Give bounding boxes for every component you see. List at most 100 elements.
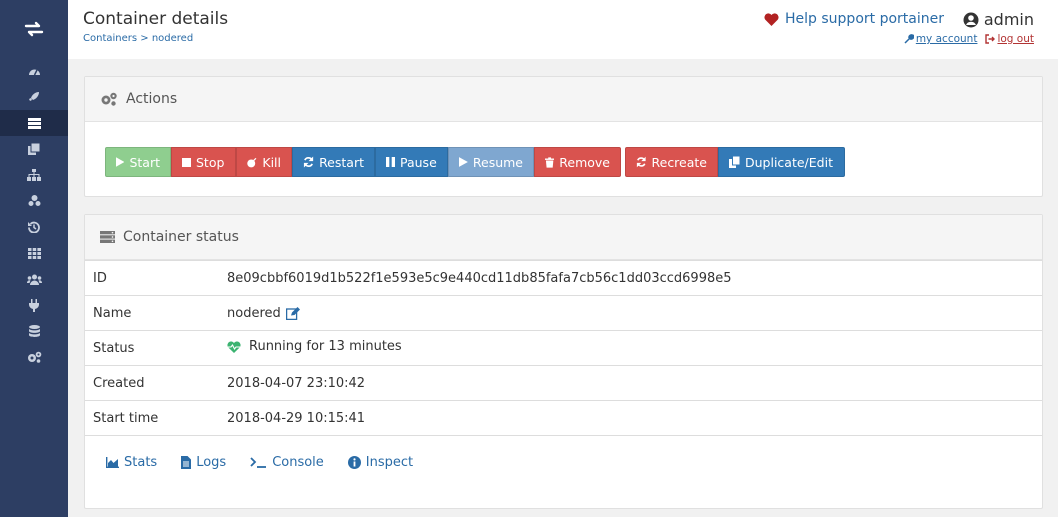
row-label: Created xyxy=(85,365,219,401)
area-chart-icon xyxy=(106,457,119,468)
kill-label: Kill xyxy=(262,154,281,170)
play-icon xyxy=(116,157,125,167)
inspect-link[interactable]: Inspect xyxy=(347,455,414,470)
support-link[interactable]: Help support portainer xyxy=(764,11,944,27)
container-tool-links: Stats Logs Console Inspect xyxy=(106,455,413,470)
start-label: Start xyxy=(129,154,160,170)
container-status-panel: Container status ID 8e09cbbf6019d1b522f1… xyxy=(84,214,1043,509)
sidebar-item-networks[interactable] xyxy=(0,162,68,188)
refresh-icon xyxy=(303,156,314,168)
logs-label: Logs xyxy=(196,455,227,470)
cogs-icon xyxy=(101,92,117,106)
inspect-label: Inspect xyxy=(365,455,414,470)
status-panel-header: Container status xyxy=(85,215,1042,260)
container-id-value: 8e09cbbf6019d1b522f1e593e5c9e440cd11db85… xyxy=(219,260,1042,296)
table-row: Status Running for 13 minutes xyxy=(85,330,1042,366)
table-row-divider xyxy=(85,435,1042,436)
username: admin xyxy=(983,10,1034,29)
table-row: Name nodered xyxy=(85,295,1042,331)
sign-out-icon xyxy=(985,34,996,44)
refresh-icon xyxy=(636,156,646,168)
exchange-icon xyxy=(24,21,44,37)
container-name-value: nodered xyxy=(227,305,281,321)
resume-button[interactable]: Resume xyxy=(448,147,534,177)
sidebar xyxy=(0,0,68,517)
stop-icon xyxy=(182,157,191,167)
console-link[interactable]: Console xyxy=(250,455,324,470)
my-account-link[interactable]: my account xyxy=(904,33,978,45)
sidebar-item-settings[interactable] xyxy=(0,344,68,370)
recreate-label: Recreate xyxy=(651,154,708,170)
logs-link[interactable]: Logs xyxy=(181,455,226,470)
duplicate-edit-button[interactable]: Duplicate/Edit xyxy=(718,147,845,177)
pause-button[interactable]: Pause xyxy=(375,147,448,177)
containers-list-icon xyxy=(27,117,41,129)
stop-button[interactable]: Stop xyxy=(171,147,236,177)
sidebar-item-containers[interactable] xyxy=(0,110,68,136)
resume-label: Resume xyxy=(472,154,523,170)
remove-button[interactable]: Remove xyxy=(534,147,621,177)
remove-label: Remove xyxy=(559,154,610,170)
heart-icon xyxy=(764,12,779,26)
sidebar-item-images[interactable] xyxy=(0,136,68,162)
recreate-button[interactable]: Recreate xyxy=(625,147,718,177)
sidebar-item-engine[interactable] xyxy=(0,240,68,266)
portainer-logo[interactable] xyxy=(0,0,68,58)
user-info: admin xyxy=(963,10,1034,29)
users-icon xyxy=(26,274,42,285)
restart-label: Restart xyxy=(319,154,364,170)
sidebar-item-endpoints[interactable] xyxy=(0,292,68,318)
table-row: Start time 2018-04-29 10:15:41 xyxy=(85,400,1042,436)
plug-icon xyxy=(29,298,39,312)
my-account-label: my account xyxy=(915,33,978,45)
start-button[interactable]: Start xyxy=(105,147,171,177)
th-icon xyxy=(27,247,41,259)
pause-icon xyxy=(386,157,395,167)
container-status-table: ID 8e09cbbf6019d1b522f1e593e5c9e440cd11d… xyxy=(85,260,1042,436)
actions-panel-header: Actions xyxy=(85,77,1042,122)
server-icon xyxy=(100,231,115,243)
bomb-icon xyxy=(247,157,257,167)
row-label: ID xyxy=(85,260,219,296)
table-row: ID 8e09cbbf6019d1b522f1e593e5c9e440cd11d… xyxy=(85,260,1042,296)
sidebar-item-registries[interactable] xyxy=(0,318,68,344)
sidebar-item-app-templates[interactable] xyxy=(0,84,68,110)
sidebar-item-users[interactable] xyxy=(0,266,68,292)
pause-label: Pause xyxy=(400,154,437,170)
action-buttons: Start Stop Kill Restart Pause Resume Rem… xyxy=(105,147,845,177)
table-row: Created 2018-04-07 23:10:42 xyxy=(85,365,1042,401)
breadcrumb-separator: > xyxy=(137,33,152,44)
trash-icon xyxy=(545,156,555,168)
kill-button[interactable]: Kill xyxy=(236,147,292,177)
sitemap-icon xyxy=(27,169,41,181)
breadcrumb-containers-link[interactable]: Containers xyxy=(83,33,137,44)
info-circle-icon xyxy=(347,456,361,469)
terminal-icon xyxy=(250,457,267,468)
history-icon xyxy=(28,221,40,233)
user-circle-icon xyxy=(963,12,979,27)
breadcrumb-current[interactable]: nodered xyxy=(152,33,193,44)
log-out-link[interactable]: log out xyxy=(985,33,1034,45)
restart-button[interactable]: Restart xyxy=(292,147,375,177)
row-label: Status xyxy=(85,330,219,366)
duplicate-edit-label: Duplicate/Edit xyxy=(745,154,833,170)
user-links: my account log out xyxy=(904,33,1034,45)
breadcrumb: Containers > nodered xyxy=(83,33,193,44)
clone-icon xyxy=(28,143,40,155)
rocket-icon xyxy=(29,92,39,101)
support-label: Help support portainer xyxy=(785,11,944,27)
sidebar-item-volumes[interactable] xyxy=(0,188,68,214)
console-label: Console xyxy=(272,455,324,470)
row-label: Name xyxy=(85,295,219,331)
status-title: Container status xyxy=(123,229,239,245)
start-time-value: 2018-04-29 10:15:41 xyxy=(219,400,1042,436)
sidebar-item-events[interactable] xyxy=(0,214,68,240)
actions-title: Actions xyxy=(126,91,178,107)
edit-icon[interactable] xyxy=(285,306,300,320)
row-label: Start time xyxy=(85,400,219,436)
sidebar-item-dashboard[interactable] xyxy=(0,58,68,84)
copy-icon xyxy=(729,156,740,168)
cubes-icon xyxy=(27,195,41,207)
heartbeat-icon xyxy=(227,341,241,353)
stats-link[interactable]: Stats xyxy=(106,455,157,470)
